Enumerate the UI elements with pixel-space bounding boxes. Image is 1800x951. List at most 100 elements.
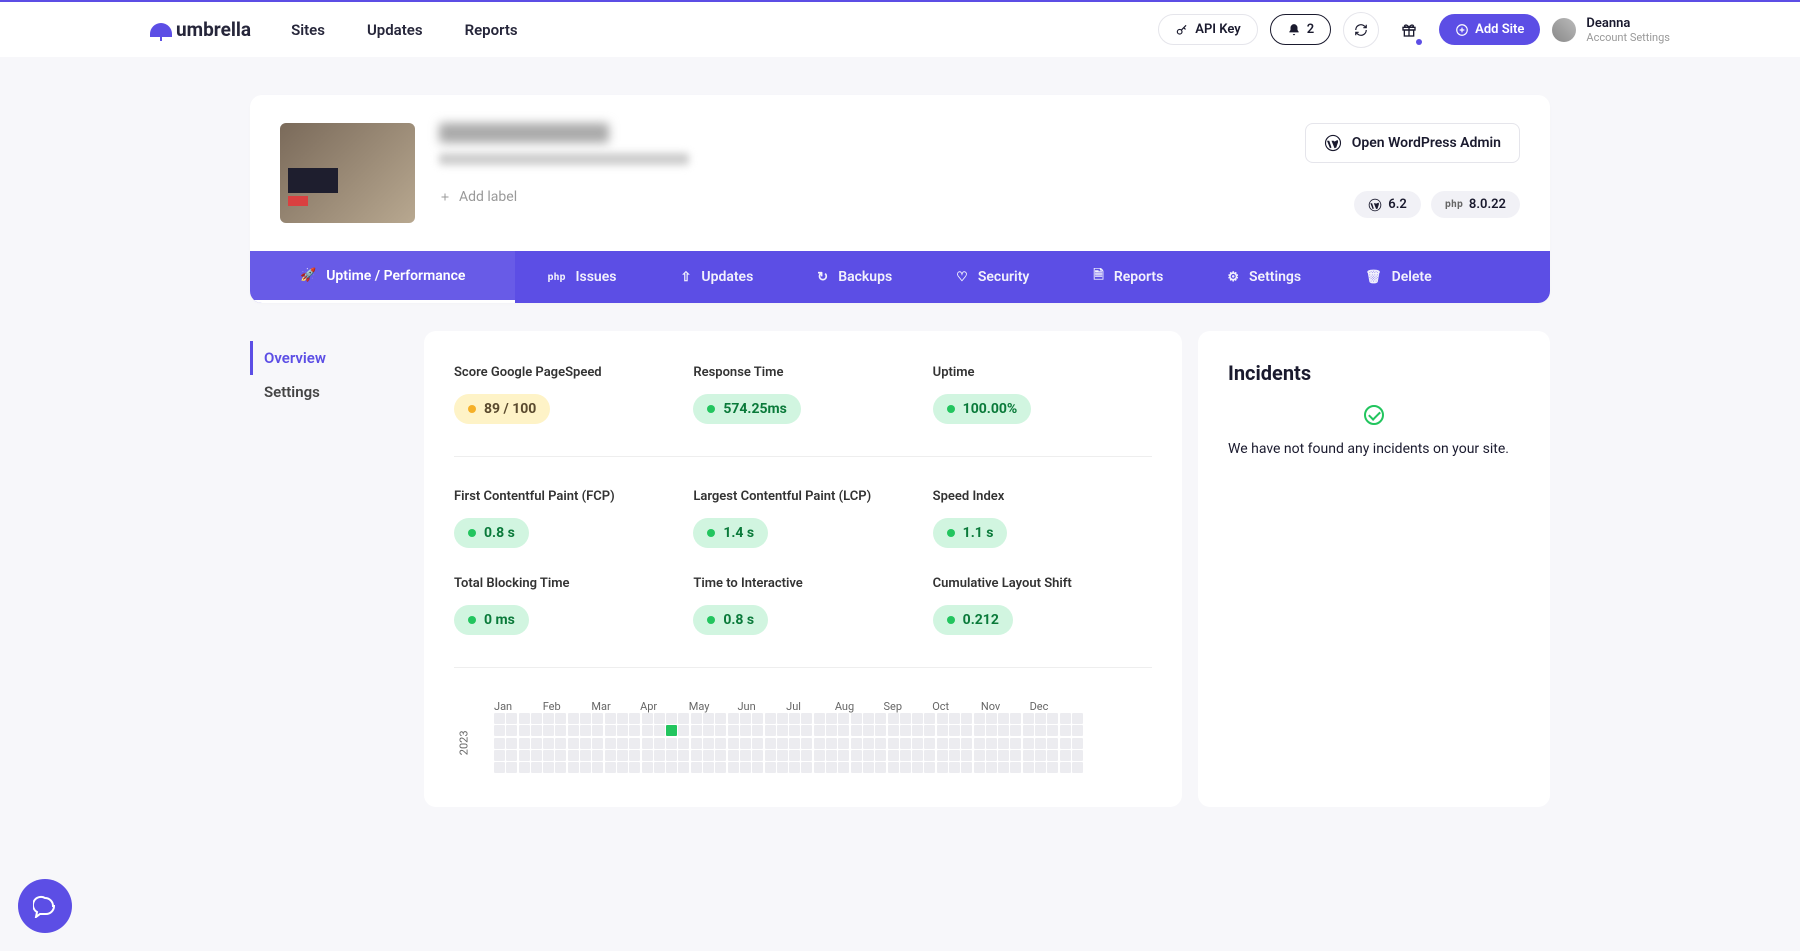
calendar-cell <box>814 762 825 773</box>
calendar-cell <box>888 738 899 749</box>
open-wordpress-button[interactable]: Open WordPress Admin <box>1305 123 1520 163</box>
status-dot-icon <box>707 529 715 537</box>
calendar-cell <box>752 738 763 749</box>
main-nav: Sites Updates Reports <box>291 21 518 39</box>
calendar-cell <box>1035 725 1046 736</box>
metric-label: Total Blocking Time <box>454 576 673 591</box>
sidebar-item-settings[interactable]: Settings <box>250 375 408 409</box>
metric-pagespeed: Score Google PageSpeed 89 / 100 <box>454 365 673 424</box>
tab-issues[interactable]: phpIssues <box>515 251 648 303</box>
gift-button[interactable] <box>1391 12 1427 48</box>
tab-uptime[interactable]: 🚀Uptime / Performance <box>250 251 515 303</box>
calendar-cell <box>1023 762 1034 773</box>
nav-reports[interactable]: Reports <box>465 21 518 39</box>
calendar-cell <box>789 725 800 736</box>
calendar-cell <box>1047 738 1058 749</box>
calendar-cell <box>912 713 923 724</box>
tab-delete[interactable]: 🗑Delete <box>1333 251 1464 303</box>
help-fab[interactable] <box>18 879 72 933</box>
tab-backups-label: Backups <box>838 269 892 285</box>
calendar-cell <box>678 738 689 749</box>
metric-value: 0.8 s <box>723 612 754 628</box>
refresh-button[interactable] <box>1343 12 1379 48</box>
calendar-cell <box>974 750 985 761</box>
status-dot-icon <box>707 616 715 624</box>
calendar-cell <box>1023 750 1034 761</box>
tab-updates[interactable]: ⇧Updates <box>648 251 785 303</box>
calendar-month-label: Jun <box>737 700 786 713</box>
nav-sites[interactable]: Sites <box>291 21 325 39</box>
calendar-cell <box>494 738 505 749</box>
metric-label: Cumulative Layout Shift <box>933 576 1152 591</box>
calendar-cell <box>900 738 911 749</box>
wp-version: 6.2 <box>1388 197 1407 212</box>
calendar-cell <box>961 762 972 773</box>
calendar-cell <box>740 762 751 773</box>
calendar-cell <box>777 762 788 773</box>
calendar-cell <box>691 750 702 761</box>
calendar-month-label: Dec <box>1030 700 1079 713</box>
calendar-cell <box>1047 725 1058 736</box>
calendar-cell <box>666 725 677 736</box>
calendar-cell <box>1072 762 1083 773</box>
brand-logo[interactable]: umbrella <box>150 18 251 41</box>
calendar-cell <box>629 738 640 749</box>
calendar-cell <box>1010 738 1021 749</box>
account-menu[interactable]: Deanna Account Settings <box>1552 16 1670 44</box>
trash-icon: 🗑 <box>1365 270 1382 285</box>
calendar-month-label: Apr <box>640 700 689 713</box>
nav-updates[interactable]: Updates <box>367 21 423 39</box>
calendar-cell <box>765 713 776 724</box>
api-key-button[interactable]: API Key <box>1158 14 1257 45</box>
calendar-cell <box>740 713 751 724</box>
metric-value-pill: 574.25ms <box>693 394 801 424</box>
calendar-cell <box>666 762 677 773</box>
calendar-cell <box>900 713 911 724</box>
status-dot-icon <box>468 616 476 624</box>
calendar-cell <box>838 713 849 724</box>
calendar-cell <box>568 713 579 724</box>
tab-reports[interactable]: 🗎Reports <box>1061 251 1195 303</box>
calendar-cell <box>1010 750 1021 761</box>
metric-response: Response Time 574.25ms <box>693 365 912 424</box>
calendar-cell <box>519 713 530 724</box>
wordpress-icon <box>1324 134 1342 152</box>
calendar-cell <box>728 762 739 773</box>
tab-security[interactable]: ♡Security <box>924 251 1061 303</box>
calendar-cell <box>506 738 517 749</box>
calendar-cell <box>678 762 689 773</box>
calendar-cell <box>642 725 653 736</box>
calendar-cell <box>691 762 702 773</box>
incidents-card: Incidents We have not found any incident… <box>1198 331 1550 807</box>
calendar-cell <box>519 750 530 761</box>
status-dot-icon <box>947 616 955 624</box>
tab-backups[interactable]: ↻Backups <box>785 251 924 303</box>
add-label-button[interactable]: Add label <box>439 189 1281 205</box>
calendar-cell <box>937 713 948 724</box>
calendar-cell <box>543 725 554 736</box>
tab-uptime-label: Uptime / Performance <box>326 268 465 284</box>
calendar-cell <box>789 750 800 761</box>
calendar-cell <box>506 750 517 761</box>
gift-dot-icon <box>1416 39 1422 45</box>
calendar-cell <box>875 750 886 761</box>
calendar-cell <box>519 725 530 736</box>
calendar-cell <box>949 725 960 736</box>
calendar-cell <box>642 713 653 724</box>
calendar-cell <box>937 725 948 736</box>
add-site-button[interactable]: Add Site <box>1439 14 1540 45</box>
sidebar-item-overview[interactable]: Overview <box>250 341 408 375</box>
calendar-cell <box>543 738 554 749</box>
plus-circle-icon <box>1455 23 1469 37</box>
calendar-cell <box>1072 713 1083 724</box>
tab-settings[interactable]: ⚙Settings <box>1195 251 1333 303</box>
calendar-cell <box>642 738 653 749</box>
calendar-cell <box>1010 713 1021 724</box>
metric-value: 1.4 s <box>723 525 754 541</box>
notifications-button[interactable]: 2 <box>1270 14 1331 45</box>
calendar-cell <box>715 713 726 724</box>
calendar-cell <box>949 750 960 761</box>
calendar-cell <box>1035 750 1046 761</box>
metric-label: Speed Index <box>933 489 1152 504</box>
tab-settings-label: Settings <box>1249 269 1301 285</box>
